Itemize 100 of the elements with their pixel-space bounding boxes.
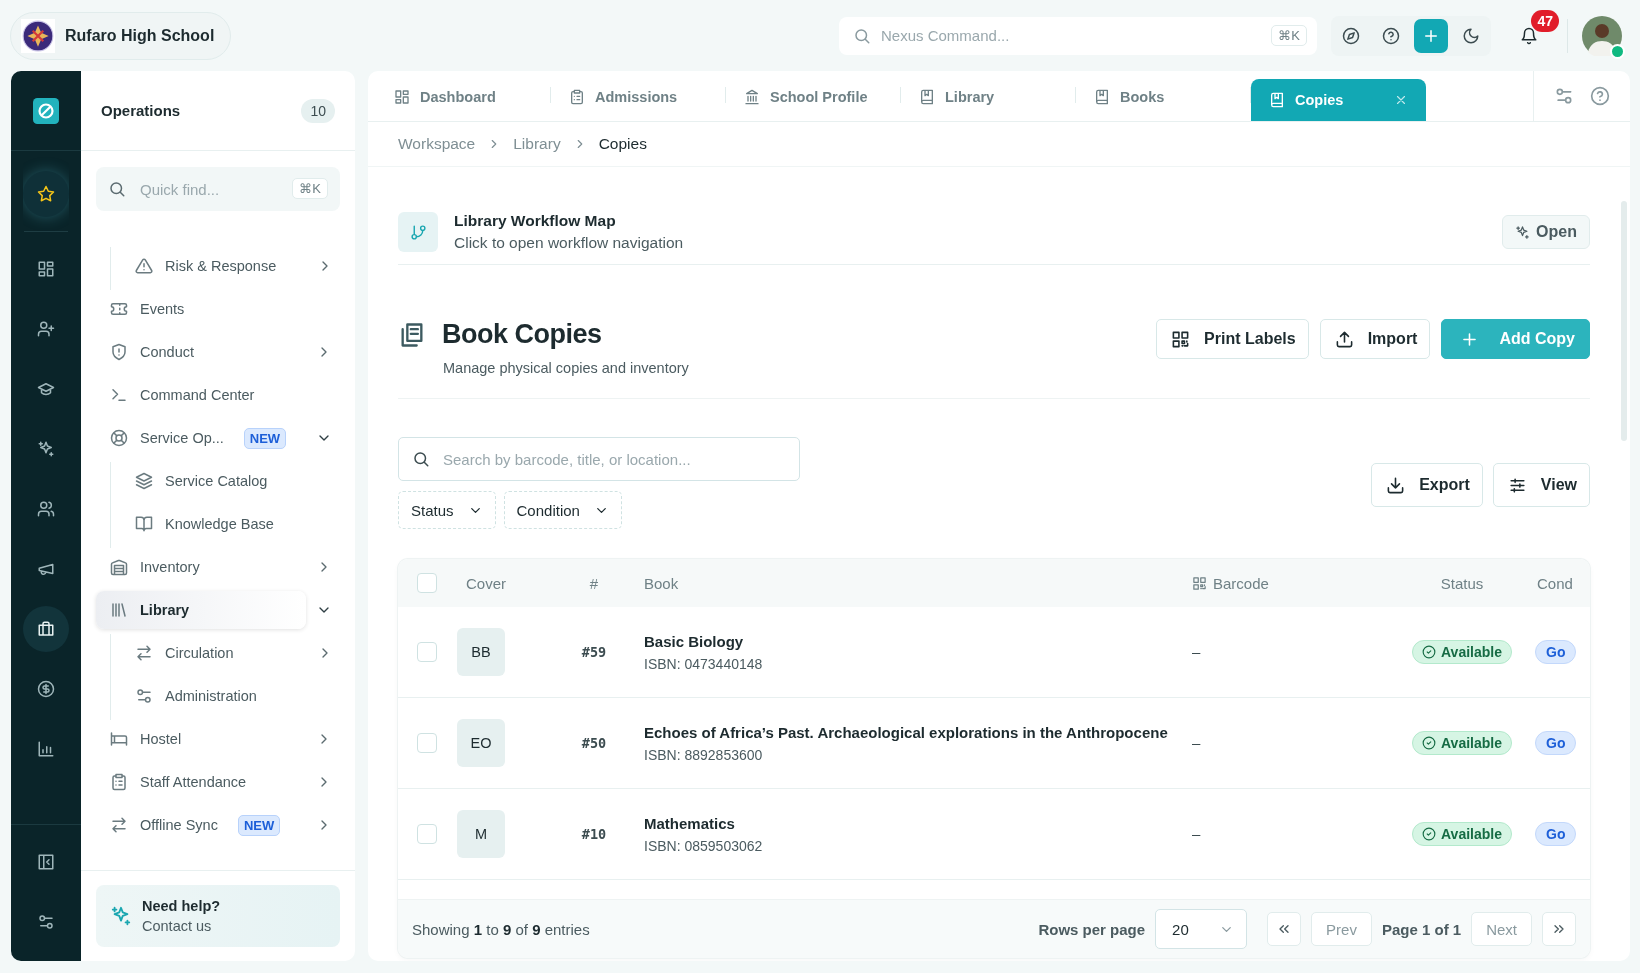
tab[interactable]: Dashboard (376, 79, 551, 115)
page-title: Book Copies (442, 319, 602, 350)
shortcut-hint: ⌘K (292, 178, 328, 199)
notification-count: 47 (1531, 9, 1559, 32)
warning-icon (135, 257, 153, 275)
sliders-icon (135, 687, 153, 705)
column-header: Status (1440, 574, 1484, 592)
help-title: Need help? (142, 898, 221, 914)
upload-icon (1334, 329, 1354, 349)
help-card[interactable]: Need help? Contact us (96, 885, 340, 947)
sidebar-item[interactable]: Staff Attendance (96, 763, 306, 801)
condition-badge: Go (1535, 731, 1577, 755)
user-plus-icon (37, 320, 55, 338)
qr-code-icon (1171, 329, 1191, 349)
isbn-text: ISBN: 0859503062 (644, 837, 764, 854)
row-checkbox[interactable] (417, 733, 437, 753)
isbn-text: ISBN: 8892853600 (644, 746, 764, 763)
create-button[interactable] (1414, 18, 1448, 53)
status-badge: Available (1412, 822, 1512, 846)
collapse-panel-icon (37, 853, 55, 871)
select-all-checkbox[interactable] (417, 573, 437, 593)
rail-button[interactable] (23, 606, 69, 652)
grid-icon (37, 260, 55, 278)
barcode-cell: – (1192, 734, 1201, 751)
copy-number: #50 (581, 735, 607, 751)
compass-icon (1342, 26, 1360, 45)
rows-per-page-label: Rows per page (1038, 920, 1146, 938)
condition-badge: Go (1535, 822, 1577, 846)
app-logo-icon[interactable] (33, 97, 59, 124)
book-title[interactable]: Echoes of Africa’s Past. Archaeological explorations in the Anthropocene (644, 723, 1192, 741)
user-avatar[interactable] (1582, 15, 1622, 56)
book-title[interactable]: Basic Biology (644, 632, 1192, 650)
search-field[interactable]: Search by barcode, title, or location... (398, 437, 800, 481)
tab[interactable]: Admissions (551, 79, 726, 115)
status-badge: Available (1412, 640, 1512, 664)
sidebar-subitem[interactable]: Circulation (121, 634, 307, 672)
sliders-icon (1554, 86, 1574, 106)
new-badge: NEW (243, 427, 287, 449)
rail-button[interactable] (23, 171, 69, 217)
sidebar-item[interactable]: Conduct (96, 333, 306, 371)
tab[interactable]: Library (901, 79, 1076, 115)
breadcrumb-link[interactable]: Copies (598, 135, 647, 153)
sidebar-item[interactable]: Offline Sync NEW (96, 806, 306, 844)
import-button[interactable]: Import (1319, 319, 1431, 359)
sidebar-item[interactable]: Service Op... NEW (96, 419, 306, 457)
column-header: Cond (1537, 574, 1573, 592)
dollar-icon (37, 680, 55, 698)
school-switcher[interactable]: Rufaro High School (10, 11, 232, 60)
scrollbar[interactable] (1621, 201, 1627, 441)
column-header: # (589, 574, 599, 592)
row-checkbox[interactable] (417, 824, 437, 844)
sidebar-subitem[interactable]: Knowledge Base (121, 505, 307, 543)
barcode-cell: – (1192, 825, 1201, 842)
rows-per-page-select[interactable]: 20 (1155, 909, 1248, 949)
condition-badge: Go (1535, 640, 1577, 664)
book-icon (1094, 89, 1110, 105)
clipboard-icon (110, 773, 128, 791)
status-badge: Available (1412, 731, 1512, 755)
sidebar-item[interactable]: Library (96, 591, 306, 629)
sparkles-icon (110, 905, 132, 927)
filter-dropdown[interactable]: Condition (503, 491, 622, 529)
sidebar-item[interactable]: Command Center (96, 376, 306, 414)
help-link[interactable]: Contact us (142, 918, 221, 934)
sliders-icon (1507, 475, 1527, 495)
filter-dropdown[interactable]: Status (398, 491, 496, 529)
book-title[interactable]: Mathematics (644, 814, 1192, 832)
workflow-subtitle: Click to open workflow navigation (454, 234, 685, 252)
barcode-cell: – (1192, 643, 1201, 660)
page-subtitle: Manage physical copies and inventory (443, 360, 689, 376)
open-button[interactable]: Open (1502, 215, 1590, 249)
book-icon (919, 89, 935, 105)
tab[interactable]: Books (1076, 79, 1251, 115)
view-button[interactable]: View (1492, 463, 1590, 507)
copy-number: #10 (581, 826, 607, 842)
swap-arrows-icon (110, 816, 128, 834)
new-badge: NEW (237, 814, 281, 836)
sidebar-subitem[interactable]: Service Catalog (121, 462, 307, 500)
count-badge: 10 (301, 98, 335, 123)
sidebar-subitem[interactable]: Administration (121, 677, 307, 715)
shield-icon (110, 343, 128, 361)
tab-settings-button[interactable] (1554, 86, 1574, 106)
row-checkbox[interactable] (417, 642, 437, 662)
moon-icon (1462, 26, 1480, 45)
column-header: Book (644, 574, 679, 592)
sidebar-subitem[interactable]: Risk & Response (121, 247, 307, 285)
page-indicator: Page 1 of 1 (1381, 920, 1462, 938)
swap-arrows-icon (135, 644, 153, 662)
print-labels-button[interactable]: Print Labels (1156, 319, 1309, 359)
sidebar-item[interactable]: Inventory (96, 548, 306, 586)
search-icon (853, 26, 871, 45)
sidebar-item[interactable]: Hostel (96, 720, 306, 758)
help-icon (1382, 26, 1400, 45)
export-button[interactable]: Export (1371, 463, 1483, 507)
library-icon (110, 601, 128, 619)
download-icon (1386, 475, 1406, 495)
search-icon (412, 450, 430, 468)
tab[interactable]: School Profile (726, 79, 901, 115)
isbn-text: ISBN: 0473440148 (644, 655, 764, 672)
notification-icon (1520, 26, 1538, 45)
sidebar-item[interactable]: Events (96, 290, 306, 328)
